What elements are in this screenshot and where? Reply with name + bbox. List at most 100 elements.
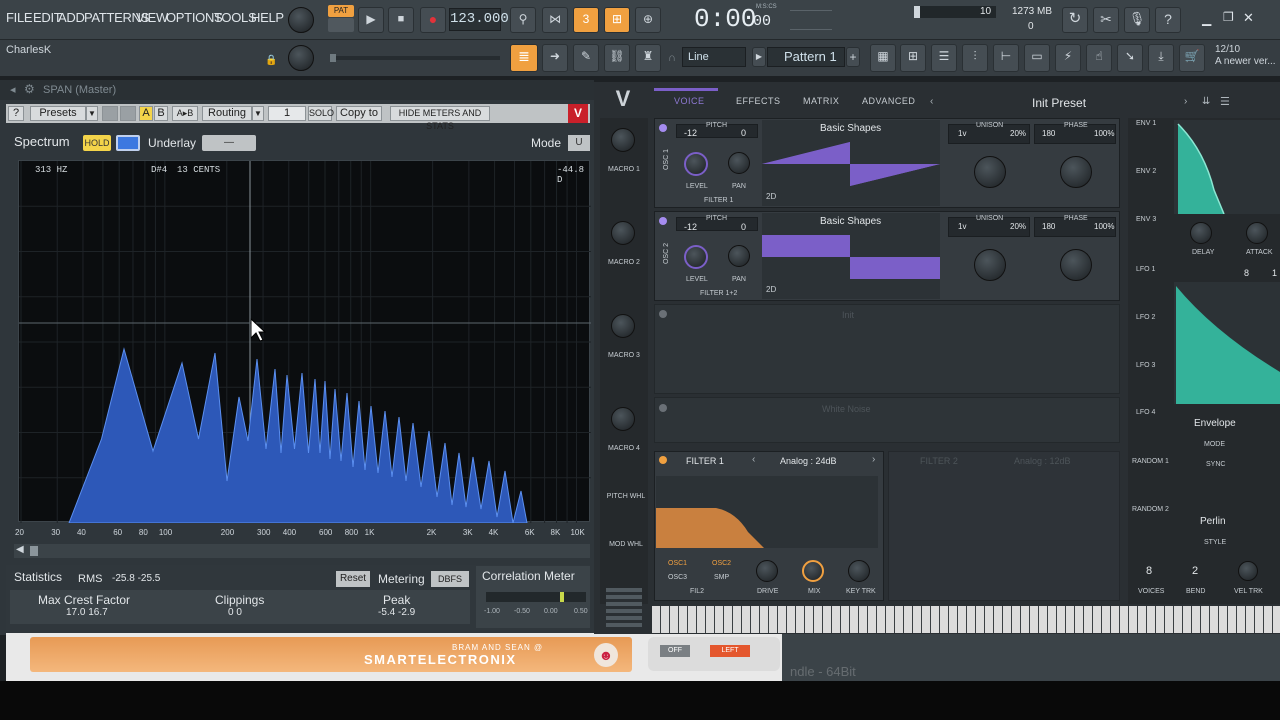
presets-dropdown-icon[interactable]: ▼ [86, 106, 98, 121]
routing-channel-value[interactable]: 1 [268, 106, 306, 121]
filter-1-drive-knob[interactable] [756, 560, 778, 582]
tab-matrix[interactable]: MATRIX [803, 96, 839, 106]
refresh-icon[interactable]: ↻ [1062, 7, 1088, 33]
osc-1-phase-pct[interactable]: 100% [1094, 129, 1114, 138]
osc-1-tune[interactable]: 0 [741, 128, 746, 138]
filter-1-response[interactable] [656, 476, 878, 548]
tab-voice[interactable]: VOICE [674, 96, 705, 106]
tab-effects[interactable]: EFFECTS [736, 96, 781, 106]
plugin-icon[interactable]: ⚡ [1055, 44, 1081, 72]
song-mode-button[interactable] [328, 18, 354, 32]
osc-2-level-knob[interactable] [684, 245, 708, 269]
osc-1-dim[interactable]: 2D [766, 192, 776, 201]
preset-next-icon[interactable]: › [1184, 96, 1187, 107]
preset-prev-icon[interactable]: ‹ [930, 96, 933, 107]
sampler-name[interactable]: White Noise [822, 404, 871, 414]
file-icon[interactable]: ▭ [1024, 44, 1050, 72]
pitch-slider[interactable] [330, 54, 500, 62]
snap-select[interactable]: Line [682, 47, 746, 67]
routing-dropdown-icon[interactable]: ▼ [252, 106, 264, 121]
osc-2-phase-pct[interactable]: 100% [1094, 222, 1114, 231]
osc-2-voices[interactable]: 1v [958, 222, 966, 231]
osc-2-phase-knob[interactable] [1060, 249, 1092, 281]
save-preset-icon[interactable]: ⇊ [1202, 96, 1210, 107]
tempo-display[interactable]: 123.000 [449, 8, 509, 31]
preset-prev-button[interactable] [102, 106, 118, 121]
filter-1-osc2[interactable]: OSC2 [712, 560, 731, 567]
filter-1-enable[interactable] [659, 456, 667, 464]
osc-2-tune[interactable]: 0 [741, 222, 746, 232]
ab-copy-button[interactable]: A▸B [172, 106, 198, 121]
cut-icon[interactable]: ✂ [1093, 7, 1119, 33]
lfo-2-label[interactable]: LFO 2 [1136, 314, 1155, 321]
help-icon[interactable]: ? [1155, 7, 1181, 33]
osc-2-phase[interactable]: 180 [1042, 222, 1055, 231]
env-delay-knob[interactable] [1190, 222, 1212, 244]
lfo-rate-value[interactable]: 8 [1244, 268, 1249, 278]
wait-icon[interactable]: ⋈ [542, 7, 568, 33]
playlist-icon[interactable]: ≣ [510, 44, 538, 72]
routing-button[interactable]: Routing [202, 106, 252, 121]
preset-next-button[interactable] [120, 106, 136, 121]
osc-1-unison-knob[interactable] [974, 156, 1006, 188]
lfo-graph[interactable] [1174, 282, 1280, 404]
stamp-icon[interactable]: ♜ [635, 44, 661, 72]
play-icon[interactable]: ▶ [358, 7, 384, 33]
mode-select[interactable]: U [568, 135, 590, 151]
menu-view[interactable]: VIEW [136, 10, 168, 25]
ab-b-button[interactable]: B [154, 106, 168, 121]
pattern-select[interactable]: Pattern 1 [767, 47, 845, 67]
lfo-rate-value-2[interactable]: 1 [1272, 268, 1277, 278]
hide-meters-button[interactable]: HIDE METERS AND STATS [390, 106, 490, 131]
osc-2-wave-name[interactable]: Basic Shapes [820, 216, 881, 227]
record-icon[interactable]: ● [420, 7, 446, 33]
countdown-button[interactable]: 3 [573, 7, 599, 33]
osc-1-transpose[interactable]: -12 [684, 128, 697, 138]
keyboard-octave-icon[interactable] [606, 588, 642, 630]
osc-2-pan-knob[interactable] [728, 245, 750, 267]
env-2-label[interactable]: ENV 2 [1136, 168, 1156, 175]
voices-value[interactable]: 8 [1146, 565, 1152, 577]
preset-name[interactable]: Init Preset [1032, 96, 1086, 110]
env-1-label[interactable]: ENV 1 [1136, 120, 1156, 127]
macro-4-knob[interactable] [611, 407, 635, 431]
spectrum-display[interactable]: 313 HZ D#4 13 CENTS -44.8 D 20 30 40 60 80 10… [15, 160, 591, 537]
mic-icon[interactable]: 🎙 [1124, 7, 1150, 33]
filter-1-next-icon[interactable]: › [872, 454, 875, 465]
render-icon[interactable]: ➘ [1117, 44, 1143, 72]
osc-2-enable[interactable] [659, 217, 667, 225]
osc-1-pan-knob[interactable] [728, 152, 750, 174]
osc-1-voices[interactable]: 1v [958, 129, 966, 138]
tree-icon[interactable]: ⊢ [993, 44, 1019, 72]
gear-icon[interactable]: ⚙ [24, 82, 35, 96]
filter-1-fil2[interactable]: FIL2 [690, 588, 704, 595]
bend-value[interactable]: 2 [1192, 565, 1198, 577]
loop-record-icon[interactable]: ⊕ [635, 7, 661, 33]
menu-help[interactable]: HELP [251, 10, 284, 25]
mixer-icon[interactable]: ⫶ [962, 44, 988, 72]
collapse-icon[interactable]: ◂ [10, 83, 16, 96]
off-button[interactable]: OFF [660, 645, 690, 657]
ab-a-button[interactable]: A [139, 106, 153, 121]
osc-1-phase-knob[interactable] [1060, 156, 1092, 188]
span-help-button[interactable]: ? [8, 106, 24, 121]
piano-keyboard[interactable] [652, 606, 1280, 633]
filter-2-model[interactable]: Analog : 12dB [1014, 456, 1071, 466]
osc-1-detune[interactable]: 20% [1010, 129, 1026, 138]
filter-1-model[interactable]: Analog : 24dB [780, 456, 837, 466]
spectrum-scrollbar[interactable]: ◀ [14, 544, 590, 558]
maximize-icon[interactable]: ❐ [1223, 10, 1234, 24]
solo-button[interactable]: SOLO [308, 106, 334, 121]
envelope-graph[interactable] [1174, 120, 1280, 215]
pencil-icon[interactable]: ✎ [573, 44, 599, 72]
sampler-enable[interactable] [659, 404, 667, 412]
osc-3-enable[interactable] [659, 310, 667, 318]
osc-2-unison-knob[interactable] [974, 249, 1006, 281]
menu-add[interactable]: ADD [58, 10, 85, 25]
browser-icon[interactable]: ▦ [870, 44, 896, 72]
pattern-prev-icon[interactable]: ▶ [752, 47, 766, 67]
osc-2-filter-route[interactable]: FILTER 1+2 [700, 290, 737, 297]
metronome-icon[interactable]: ⚲ [510, 7, 536, 33]
pat-mode-button[interactable]: PAT [328, 5, 354, 17]
minimize-icon[interactable]: ▁ [1202, 12, 1211, 26]
